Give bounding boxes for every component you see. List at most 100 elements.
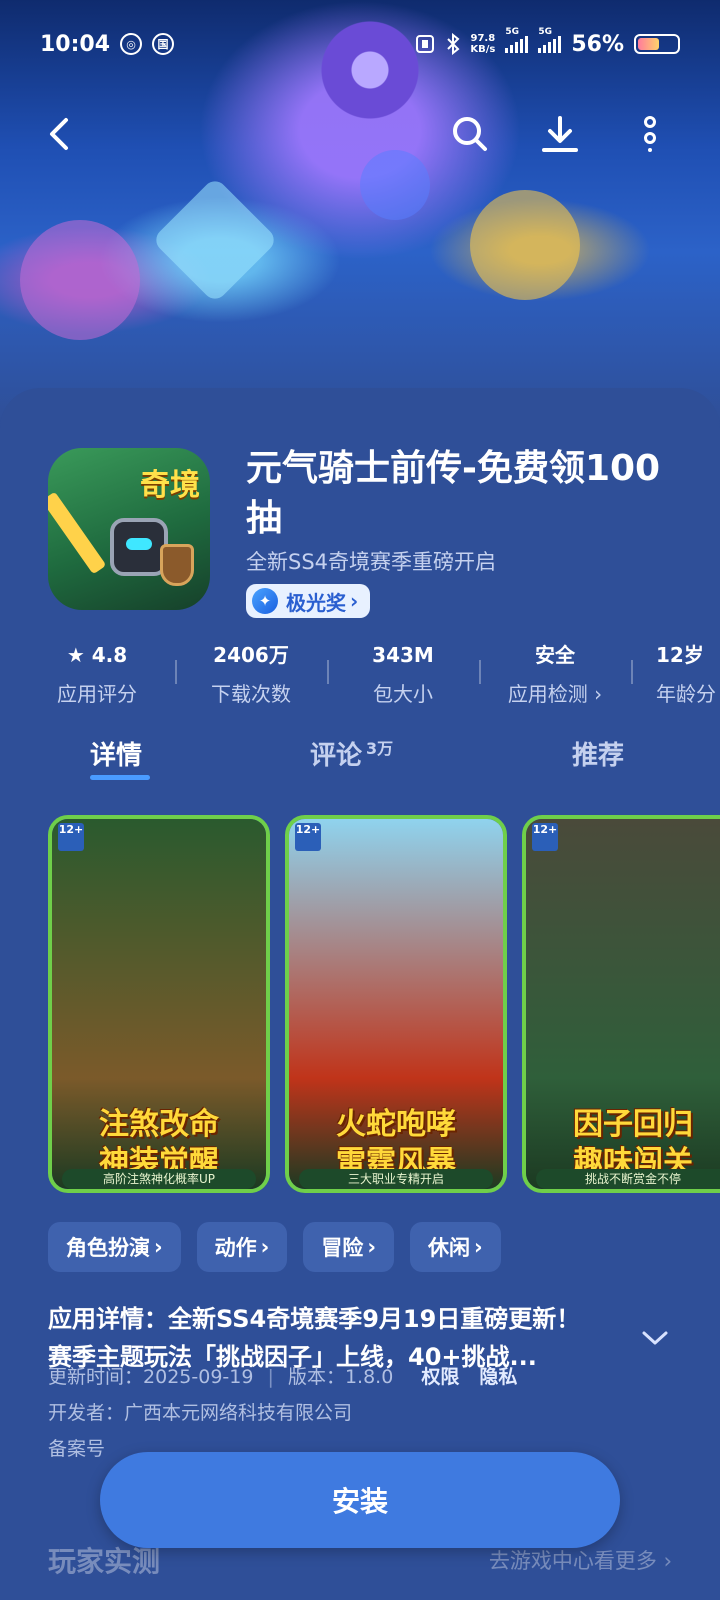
back-button[interactable]: [36, 110, 84, 158]
more-options-button[interactable]: [626, 110, 674, 158]
genre-chip-label: 角色扮演: [66, 1236, 150, 1260]
screenshot-carousel[interactable]: 12+ 注煞改命 神装觉醒 高阶注煞神化概率UP 12+ 火蛇咆哮 雷霆风暴 三…: [0, 815, 720, 1195]
download-manager-button[interactable]: [536, 110, 584, 158]
screenshot-1[interactable]: 12+ 注煞改命 神装觉醒 高阶注煞神化概率UP: [48, 815, 270, 1193]
battery-fill: [638, 38, 660, 50]
battery-icon: [634, 34, 680, 54]
tab-reviews[interactable]: 评论 3万: [310, 735, 393, 772]
award-label: 极光奖: [286, 590, 346, 615]
go-game-center-label: 去游戏中心看更多: [488, 1549, 657, 1573]
stat-rating-label: 应用评分: [57, 682, 137, 706]
update-time-value: 2025-09-19: [143, 1366, 254, 1388]
description-line-1: 应用详情：全新SS4奇境赛季9月19日重磅更新！: [48, 1305, 581, 1333]
stat-downloads-value: 2406万: [213, 643, 289, 667]
notification-app-icon-2: 国: [152, 33, 175, 55]
notification-app-icon: ◎: [120, 33, 143, 55]
screenshot-footer: 三大职业专精开启: [299, 1169, 493, 1189]
network-speed-value: 97.8: [470, 33, 496, 44]
version-value: 1.8.0: [344, 1366, 394, 1388]
filing-label: 备案号: [48, 1438, 106, 1460]
permissions-link[interactable]: 权限: [421, 1366, 459, 1388]
developer-value: 广西本元网络科技有限公司: [124, 1402, 353, 1424]
app-icon: 奇境: [48, 448, 210, 610]
screenshot-footer: 挑战不断赏金不停: [536, 1169, 720, 1189]
chevron-right-icon: ›: [367, 1235, 376, 1259]
bluetooth-icon: [447, 33, 460, 55]
award-badge[interactable]: ✦ 极光奖 ›: [246, 584, 371, 618]
chevron-right-icon: ›: [587, 682, 603, 706]
stat-rating-value: 4.8: [91, 643, 128, 667]
genre-chip-casual[interactable]: 休闲 ›: [409, 1222, 501, 1272]
filing-row: 备案号: [48, 1434, 105, 1461]
network-speed-unit: KB/s: [470, 44, 496, 55]
status-bar: 10:04 ◎ 国 97.8 KB/s 5G 5G 56%: [0, 24, 720, 64]
top-action-bar: [0, 110, 720, 160]
stat-age: 12岁 年龄分: [632, 640, 720, 707]
stat-size-value: 343M: [372, 643, 434, 667]
banner-character: [360, 150, 430, 220]
stat-security-value: 安全: [535, 643, 575, 667]
genre-chip-label: 动作: [214, 1236, 257, 1260]
stat-downloads: 2406万 下载次数: [176, 640, 326, 707]
age-rating-tag: 12+: [295, 823, 321, 851]
star-icon: ★: [66, 643, 92, 667]
banner-witch: [20, 220, 140, 340]
genre-chip-rpg[interactable]: 角色扮演 ›: [48, 1222, 181, 1272]
chevron-right-icon: ›: [154, 1235, 163, 1259]
search-button[interactable]: [446, 110, 494, 158]
genre-chip-adventure[interactable]: 冒险 ›: [303, 1222, 394, 1272]
stat-security[interactable]: 安全 应用检测 ›: [480, 640, 630, 707]
screenshot-footer: 高阶注煞神化概率UP: [62, 1169, 256, 1189]
banner-crystal: [151, 176, 279, 304]
genre-chip-action[interactable]: 动作 ›: [196, 1222, 288, 1272]
signal-bars-icon: [538, 35, 562, 53]
age-rating-tag: 12+: [532, 823, 558, 851]
update-time-label: 更新时间：: [48, 1366, 144, 1388]
app-icon-sword: [48, 491, 107, 575]
battery-percent: 56%: [571, 31, 624, 57]
tab-reviews-count: 3万: [366, 739, 394, 759]
status-time: 10:04: [40, 31, 111, 57]
stat-security-label: 应用检测: [507, 682, 588, 706]
app-stats: ★ 4.8 应用评分 2406万 下载次数 343M 包大小 安全 应用检测 ›…: [0, 640, 720, 710]
stat-age-value: 12岁: [656, 643, 704, 667]
search-icon: [453, 117, 487, 151]
tab-active-indicator: [90, 775, 150, 780]
app-title: 元气骑士前传-免费领100抽: [246, 448, 661, 539]
app-meta-row: 更新时间：2025-09-19 | 版本：1.8.0 权限 隐私: [48, 1362, 517, 1389]
developer-row: 开发者：广西本元网络科技有限公司: [48, 1398, 352, 1425]
version-label: 版本：: [287, 1366, 345, 1388]
download-icon: [542, 116, 578, 152]
genre-chip-label: 休闲: [427, 1236, 470, 1260]
expand-description-button[interactable]: [640, 1328, 670, 1352]
genre-chips: 角色扮演 › 动作 › 冒险 › 休闲 ›: [48, 1222, 501, 1272]
chevron-down-icon: [642, 1331, 668, 1345]
sim1-label: 5G: [505, 27, 519, 37]
go-game-center-link[interactable]: 去游戏中心看更多 ›: [489, 1545, 672, 1575]
install-button[interactable]: 安装: [100, 1452, 620, 1548]
genre-chip-label: 冒险: [321, 1236, 364, 1260]
award-star-icon: ✦: [252, 588, 278, 614]
stat-age-label: 年龄分: [656, 682, 716, 706]
chevron-right-icon: ›: [473, 1235, 483, 1259]
tab-recommended[interactable]: 推荐: [572, 735, 624, 772]
network-speed: 97.8 KB/s: [470, 33, 495, 55]
screenshot-3[interactable]: 12+ 因子回归 趣味闯关 挑战不断赏金不停: [522, 815, 720, 1193]
privacy-link[interactable]: 隐私: [479, 1366, 517, 1388]
stat-size-label: 包大小: [373, 682, 433, 706]
signal-bars-icon: [505, 35, 529, 53]
vibrate-icon: [416, 35, 435, 53]
app-subtitle: 全新SS4奇境赛季重磅开启: [246, 550, 497, 574]
chevron-right-icon: ›: [350, 589, 359, 613]
tab-reviews-label: 评论: [310, 741, 363, 771]
stat-rating: ★ 4.8 应用评分: [22, 640, 172, 707]
back-arrow-icon: [50, 118, 68, 150]
stat-size: 343M 包大小: [328, 640, 478, 707]
chevron-right-icon: ›: [656, 1549, 672, 1573]
tab-details[interactable]: 详情: [90, 735, 142, 772]
screenshot-2[interactable]: 12+ 火蛇咆哮 雷霆风暴 三大职业专精开启: [285, 815, 507, 1193]
developer-label: 开发者：: [48, 1402, 125, 1424]
age-rating-tag: 12+: [58, 823, 84, 851]
signal-sim1: 5G: [505, 27, 529, 53]
more-vertical-icon: [644, 116, 656, 152]
